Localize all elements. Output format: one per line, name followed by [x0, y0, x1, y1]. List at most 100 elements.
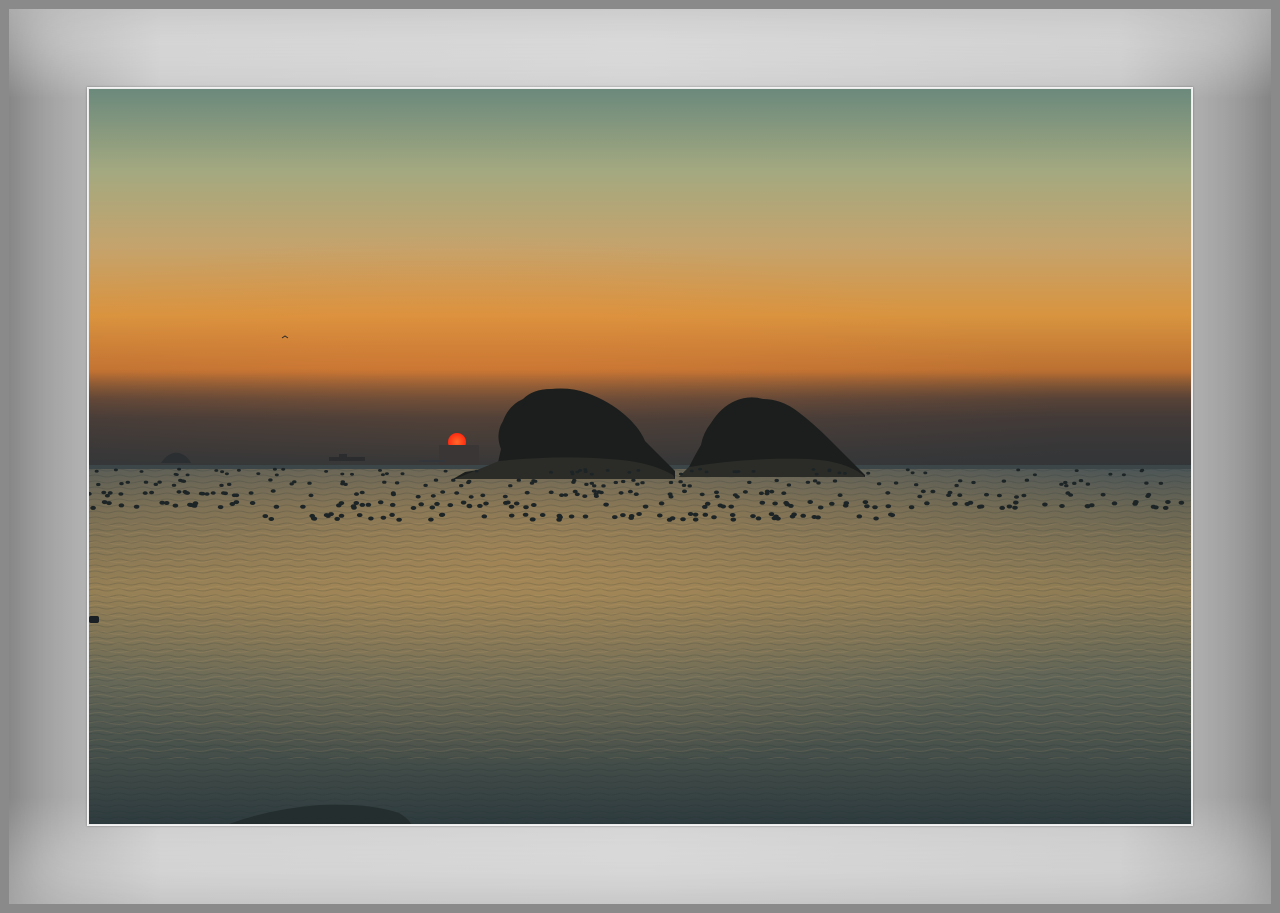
buoy	[502, 494, 508, 499]
buoy	[459, 484, 464, 488]
buoy	[734, 470, 739, 474]
buoy	[529, 517, 536, 522]
buoy	[578, 469, 583, 472]
buoy	[480, 493, 486, 498]
buoy	[742, 490, 748, 494]
buoy	[658, 501, 665, 506]
buoy	[621, 479, 626, 484]
buoy	[440, 490, 446, 494]
buoy	[837, 471, 842, 475]
buoy	[732, 493, 738, 497]
buoy	[400, 472, 405, 476]
buoy	[340, 472, 345, 476]
buoy	[354, 492, 359, 496]
buoy	[159, 500, 165, 505]
buoy	[946, 493, 952, 498]
buoy	[856, 514, 863, 519]
buoy	[786, 483, 792, 487]
buoy	[119, 482, 124, 486]
buoy	[1139, 469, 1144, 473]
buoy	[531, 503, 537, 507]
buoy	[711, 515, 717, 520]
buoy	[635, 482, 640, 486]
buoy	[769, 489, 775, 494]
buoy	[589, 481, 594, 485]
buoy	[1162, 505, 1169, 510]
buoy	[730, 517, 737, 522]
buoy	[1111, 501, 1118, 506]
buoy	[430, 494, 436, 498]
buoy	[96, 482, 101, 487]
buoy	[220, 470, 225, 474]
buoy	[807, 500, 813, 504]
buoy	[589, 472, 594, 476]
buoy	[613, 480, 618, 485]
buoy	[380, 473, 385, 477]
buoy	[582, 494, 588, 499]
buoy	[157, 480, 162, 484]
buoy	[678, 480, 683, 484]
buoy	[682, 489, 687, 494]
buoy	[217, 505, 224, 510]
buoy	[1063, 480, 1068, 485]
buoy	[1006, 504, 1013, 509]
buoy	[1078, 479, 1084, 483]
buoy	[1064, 484, 1069, 488]
buoy	[1001, 479, 1007, 483]
buoy	[380, 515, 387, 520]
buoy	[811, 468, 816, 471]
buoy	[356, 513, 363, 518]
buoy	[384, 472, 389, 475]
buoy	[591, 489, 597, 493]
buoy	[689, 469, 694, 473]
buoy	[516, 478, 521, 482]
buoy	[612, 515, 618, 520]
buoy	[90, 505, 96, 510]
buoy	[678, 472, 683, 476]
buoy	[1153, 505, 1159, 510]
buoy	[272, 467, 277, 471]
buoy	[1012, 505, 1018, 510]
buoy	[772, 501, 778, 506]
buoy	[1144, 481, 1149, 485]
buoy	[640, 481, 645, 485]
buoy	[368, 516, 374, 521]
buoy	[704, 470, 709, 474]
buoy	[774, 478, 779, 483]
buoy	[153, 482, 158, 486]
buoy	[219, 483, 224, 487]
buoy	[1178, 500, 1185, 505]
buoy	[1165, 500, 1171, 504]
buoy	[338, 501, 345, 506]
buoy	[603, 502, 609, 507]
buoy	[149, 490, 155, 495]
sunset-photo	[89, 89, 1191, 824]
buoy	[1013, 500, 1019, 505]
buoy	[829, 501, 835, 506]
buoy	[811, 515, 818, 519]
buoy	[864, 504, 870, 509]
buoy	[391, 492, 396, 497]
buoy	[668, 494, 674, 499]
buoy	[221, 491, 226, 495]
buoy	[334, 516, 340, 521]
buoy	[174, 473, 179, 476]
buoy	[273, 504, 280, 509]
buoy	[729, 513, 736, 517]
buoy	[930, 489, 936, 494]
buoy	[460, 500, 467, 505]
buoy	[396, 517, 402, 522]
buoy	[657, 513, 663, 518]
buoy	[474, 469, 479, 473]
buoy	[113, 468, 118, 472]
buoy	[394, 481, 400, 485]
buoy	[549, 470, 553, 474]
buoy	[636, 512, 642, 516]
buoy	[568, 514, 575, 519]
buoy	[755, 516, 762, 521]
buoy	[1068, 493, 1074, 497]
buoy	[954, 483, 959, 488]
buoy	[539, 513, 546, 517]
buoy	[508, 484, 513, 488]
buoy	[773, 514, 779, 519]
